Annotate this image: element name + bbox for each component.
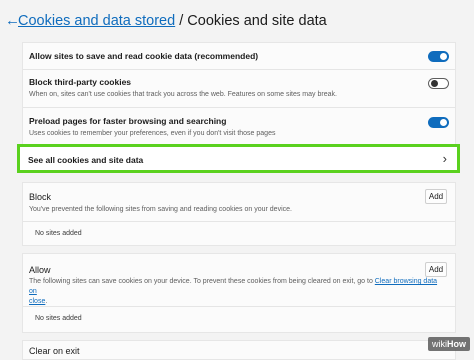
watermark-suffix: How (447, 339, 466, 349)
chevron-right-icon: › (442, 151, 447, 166)
setting-description: When on, sites can't use cookies that tr… (29, 91, 337, 98)
setting-title: Block third-party cookies (29, 77, 132, 87)
setting-block-third-party: Block third-party cookies When on, sites… (23, 70, 455, 106)
setting-title: Allow sites to save and read cookie data… (29, 51, 259, 61)
setting-preload-pages: Preload pages for faster browsing and se… (23, 108, 455, 146)
block-description: You've prevented the following sites fro… (29, 206, 292, 213)
setting-title: Preload pages for faster browsing and se… (29, 116, 227, 126)
clear-on-exit-section: Clear on exit (22, 340, 456, 360)
breadcrumb-parent-link[interactable]: Cookies and data stored (18, 13, 175, 29)
allow-description-text: The following sites can save cookies on … (29, 278, 375, 285)
block-empty-text: No sites added (35, 230, 82, 237)
breadcrumb: Cookies and data stored / Cookies and si… (18, 10, 327, 32)
allow-description: The following sites can save cookies on … (29, 277, 439, 307)
block-add-button[interactable]: Add (425, 189, 447, 204)
allow-add-button[interactable]: Add (425, 262, 447, 277)
toggle-knob (440, 53, 447, 60)
block-section: Block You've prevented the following sit… (22, 182, 456, 246)
page-header: ← Cookies and data stored / Cookies and … (0, 10, 474, 36)
watermark-prefix: wiki (432, 339, 447, 349)
page-title: Cookies and site data (187, 13, 327, 29)
allow-section: Allow The following sites can save cooki… (22, 253, 456, 333)
toggle-knob (440, 119, 447, 126)
see-all-label: See all cookies and site data (28, 155, 144, 165)
cookie-settings-card: Allow sites to save and read cookie data… (22, 42, 456, 146)
allow-cookies-toggle[interactable] (428, 51, 449, 62)
setting-allow-cookies: Allow sites to save and read cookie data… (23, 43, 455, 69)
setting-description: Uses cookies to remember your preference… (29, 130, 276, 137)
preload-pages-toggle[interactable] (428, 117, 449, 128)
see-all-cookies-button[interactable]: See all cookies and site data › (17, 144, 460, 173)
divider (23, 306, 455, 307)
wikihow-watermark: wikiHow (428, 337, 470, 351)
clear-browsing-data-link-cont[interactable]: close (29, 298, 45, 305)
block-title: Block (29, 192, 52, 202)
allow-empty-text: No sites added (35, 315, 82, 322)
block-third-party-toggle[interactable] (428, 78, 449, 89)
toggle-knob (431, 80, 438, 87)
allow-title: Allow (29, 265, 51, 275)
allow-description-end: . (45, 298, 48, 305)
breadcrumb-separator: / (175, 13, 188, 29)
clear-on-exit-title: Clear on exit (29, 346, 80, 356)
divider (23, 221, 455, 222)
